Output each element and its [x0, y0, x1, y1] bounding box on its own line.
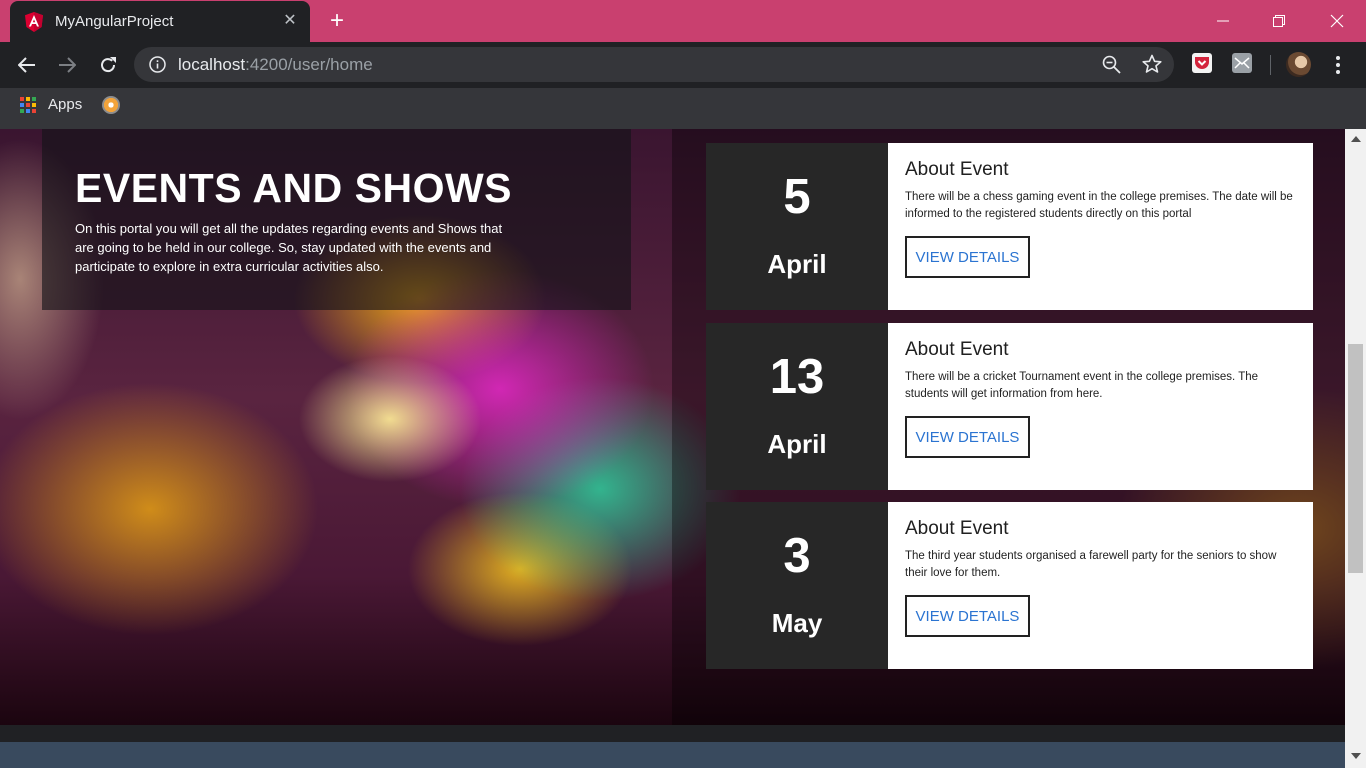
reload-button[interactable]	[95, 52, 121, 78]
event-day: 5	[783, 170, 811, 224]
bookmark-favicon-icon[interactable]	[102, 96, 120, 114]
browser-toolbar: localhost:4200/user/home	[0, 42, 1366, 88]
scroll-down-arrow-icon[interactable]	[1351, 753, 1361, 759]
event-card: 5 April About Event There will be a ches…	[706, 143, 1313, 310]
minimize-icon	[1217, 20, 1229, 22]
event-date: 3 May	[706, 502, 888, 669]
more-menu-icon[interactable]	[1330, 54, 1346, 76]
profile-avatar[interactable]	[1286, 52, 1311, 77]
tab-close-icon[interactable]: ✕	[280, 11, 300, 31]
bookmarks-bar	[0, 88, 1366, 129]
hero-banner: EVENTS AND SHOWS On this portal you will…	[42, 129, 631, 310]
hero-title: EVENTS AND SHOWS	[75, 165, 513, 211]
reload-icon	[101, 57, 116, 73]
tab-title: MyAngularProject	[55, 13, 174, 30]
event-title: About Event	[905, 339, 1009, 360]
close-window-button[interactable]	[1308, 0, 1366, 42]
view-details-button[interactable]: VIEW DETAILS	[905, 416, 1030, 458]
event-day: 3	[783, 529, 811, 583]
new-tab-button[interactable]: +	[325, 9, 349, 33]
info-icon[interactable]	[149, 56, 166, 73]
view-details-button[interactable]: VIEW DETAILS	[905, 236, 1030, 278]
event-title: About Event	[905, 518, 1009, 539]
url-text[interactable]: localhost:4200/user/home	[178, 55, 373, 75]
page-content: EVENTS AND SHOWS On this portal you will…	[0, 129, 1345, 768]
event-month: April	[767, 429, 827, 459]
address-bar[interactable]: localhost:4200/user/home	[134, 47, 1174, 82]
page-scrollbar[interactable]	[1345, 129, 1366, 768]
back-arrow-icon	[18, 57, 35, 73]
scroll-up-arrow-icon[interactable]	[1351, 136, 1361, 142]
event-description: There will be a chess gaming event in th…	[905, 191, 1293, 220]
bookmark-star-icon[interactable]	[1142, 54, 1162, 74]
event-body: About Event There will be a chess gaming…	[888, 143, 1313, 310]
hero-description: On this portal you will get all the upda…	[75, 221, 503, 274]
event-day: 13	[769, 350, 825, 404]
browser-tab[interactable]: MyAngularProject ✕	[10, 1, 310, 42]
footer-divider	[0, 725, 1345, 742]
event-title: About Event	[905, 159, 1009, 180]
event-month: April	[767, 249, 827, 279]
event-date: 13 April	[706, 323, 888, 490]
mail-extension-icon[interactable]	[1232, 53, 1252, 73]
restore-button[interactable]	[1250, 0, 1308, 42]
bookmark-apps[interactable]: Apps	[48, 96, 82, 113]
url-path: :4200/user/home	[245, 55, 373, 74]
forward-arrow-icon	[59, 57, 76, 73]
event-description: The third year students organised a fare…	[905, 550, 1277, 579]
footer-bar	[0, 742, 1345, 768]
event-card: 3 May About Event The third year student…	[706, 502, 1313, 669]
forward-button[interactable]	[54, 52, 80, 78]
back-button[interactable]	[14, 52, 40, 78]
pocket-extension-icon[interactable]	[1192, 53, 1212, 73]
toolbar-separator	[1270, 55, 1271, 75]
angular-logo-icon	[25, 12, 43, 32]
event-month: May	[771, 608, 823, 638]
apps-grid-icon[interactable]	[20, 97, 36, 113]
url-host: localhost	[178, 55, 246, 74]
scroll-thumb[interactable]	[1348, 344, 1363, 573]
browser-title-bar: MyAngularProject ✕ +	[0, 0, 1366, 42]
event-body: About Event The third year students orga…	[888, 502, 1313, 669]
event-body: About Event There will be a cricket Tour…	[888, 323, 1313, 490]
event-description: There will be a cricket Tournament event…	[905, 371, 1259, 400]
close-icon	[1330, 14, 1344, 28]
view-details-button[interactable]: VIEW DETAILS	[905, 595, 1030, 637]
zoom-out-icon[interactable]	[1102, 55, 1121, 74]
event-date: 5 April	[706, 143, 888, 310]
minimize-button[interactable]	[1194, 0, 1252, 42]
restore-icon	[1273, 15, 1285, 27]
event-card: 13 April About Event There will be a cri…	[706, 323, 1313, 490]
